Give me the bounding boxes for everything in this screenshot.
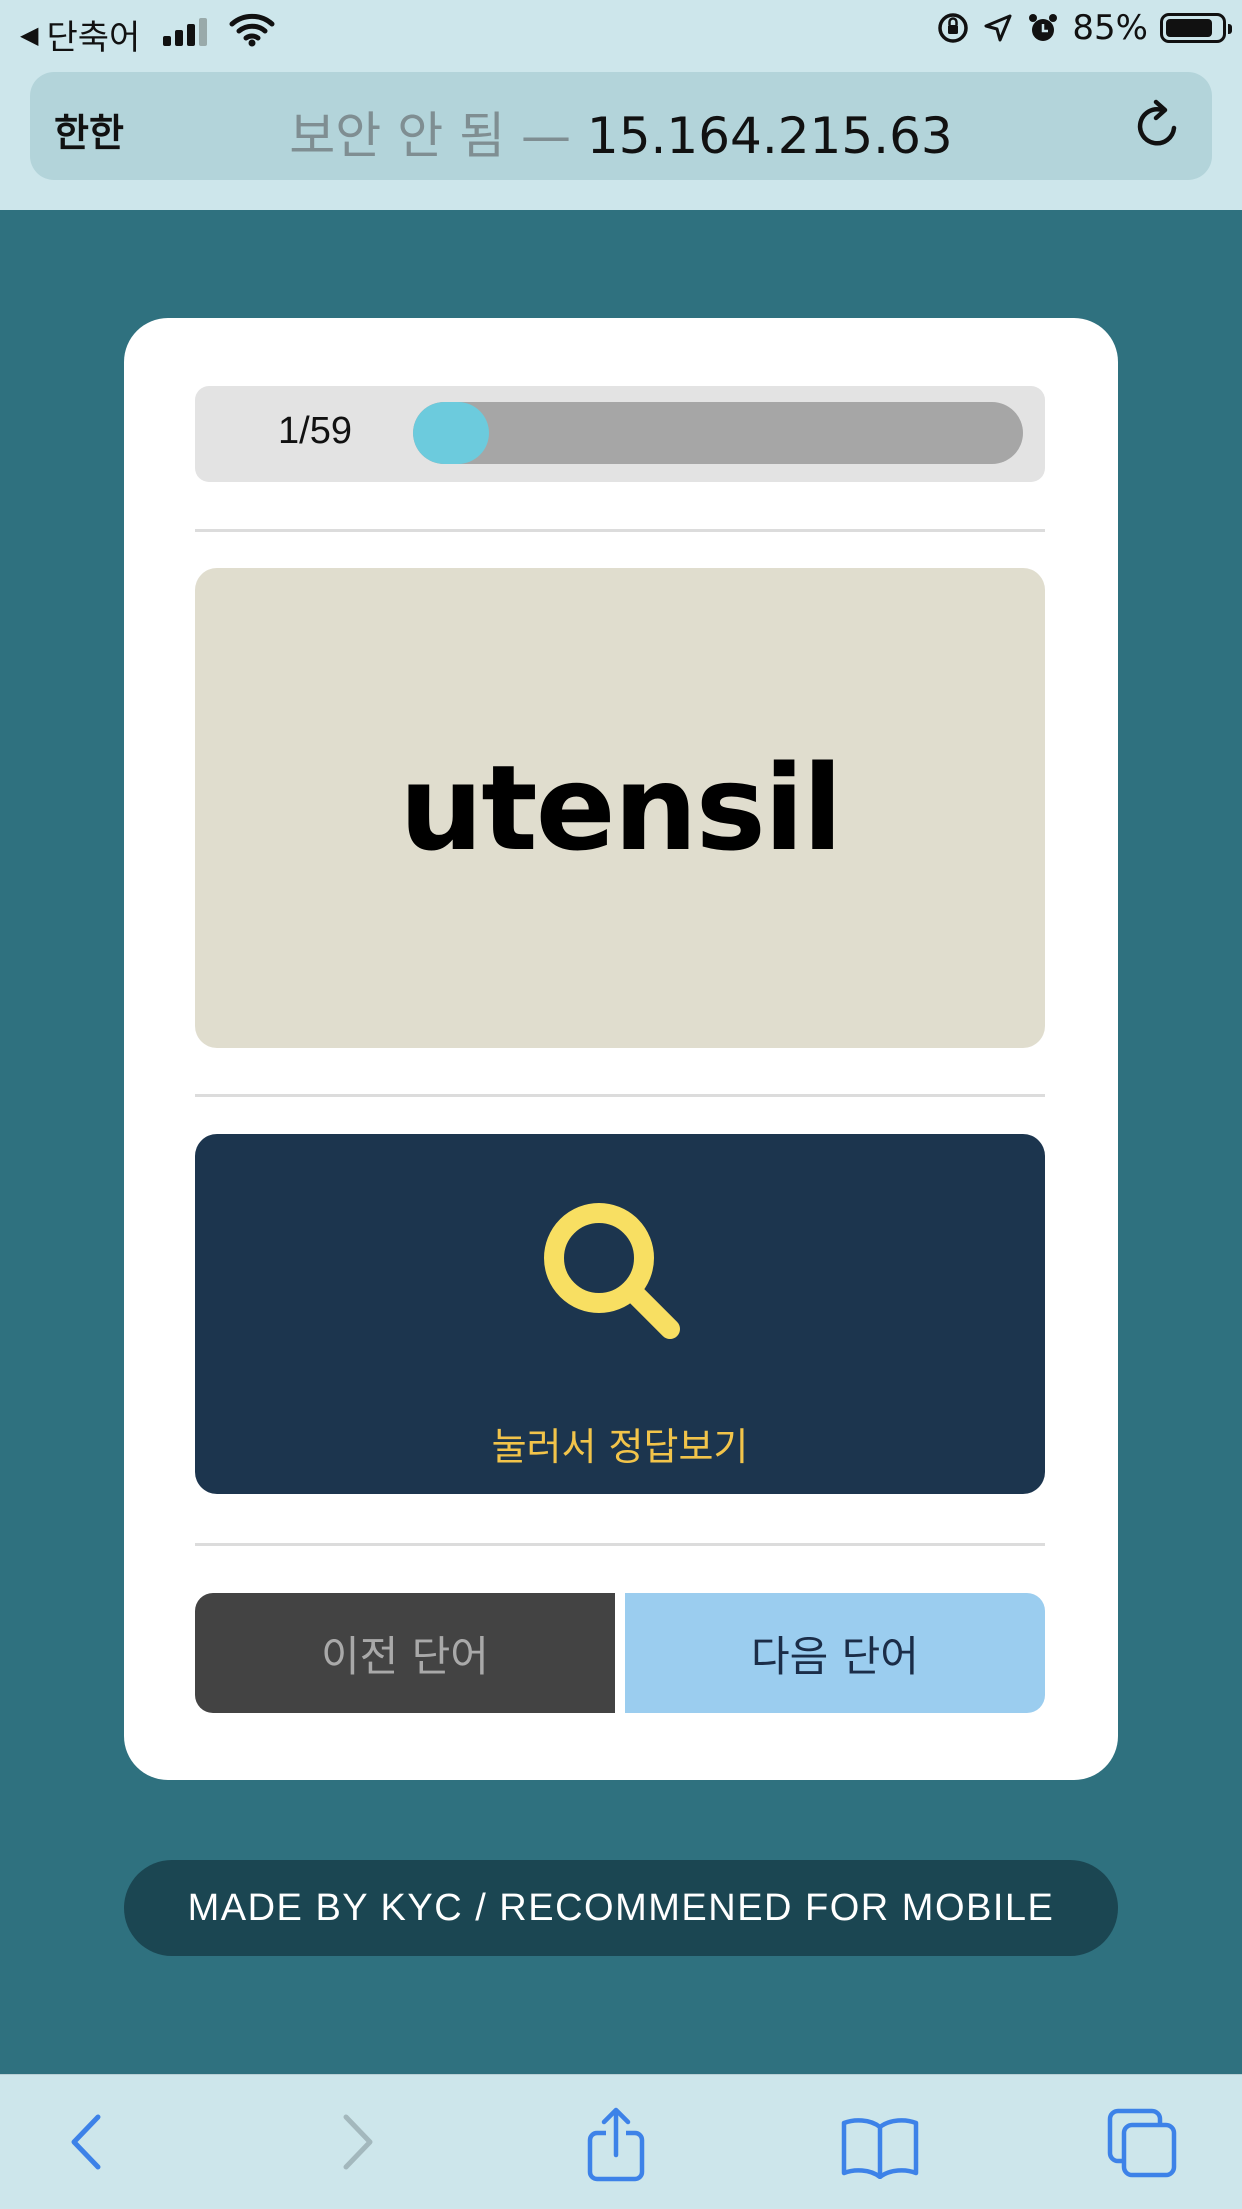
browser-top-chrome: ◀ 단축어 85% 한한 보안 안 됨 — 15.164.215.63	[0, 0, 1242, 210]
divider	[195, 529, 1045, 532]
footer-credit: MADE BY KYC / RECOMMENED FOR MOBILE	[124, 1860, 1118, 1956]
reload-icon[interactable]	[1130, 98, 1186, 154]
progress-label: 1/59	[278, 410, 352, 452]
bookmarks-icon[interactable]	[840, 2115, 920, 2179]
reveal-answer-button[interactable]: 눌러서 정답보기	[195, 1134, 1045, 1494]
progress-box: 1/59	[195, 386, 1045, 482]
progress-fill	[413, 402, 489, 464]
url-display[interactable]: 보안 안 됨 — 15.164.215.63	[30, 96, 1212, 168]
back-app-label: 단축어	[46, 18, 141, 58]
quiz-card: 1/59 utensil 눌러서 정답보기 이전 단어 다음 단어	[124, 318, 1118, 1780]
word-panel: utensil	[195, 568, 1045, 1048]
address-bar[interactable]: 한한 보안 안 됨 — 15.164.215.63	[30, 72, 1212, 180]
prev-word-button[interactable]: 이전 단어	[195, 1593, 615, 1713]
divider	[195, 1094, 1045, 1097]
back-icon[interactable]	[62, 2107, 112, 2177]
battery-fill	[1166, 19, 1212, 37]
location-icon	[984, 14, 1012, 42]
browser-toolbar	[0, 2074, 1242, 2209]
tabs-icon[interactable]	[1106, 2107, 1178, 2179]
battery-percent: 85%	[1072, 8, 1148, 48]
divider	[195, 1543, 1045, 1546]
reveal-answer-label: 눌러서 정답보기	[491, 1425, 749, 1469]
magnifier-icon	[544, 1203, 680, 1339]
wifi-icon	[229, 13, 275, 47]
cellular-signal-icon	[163, 16, 207, 46]
battery-icon	[1160, 13, 1232, 43]
url-host: 15.164.215.63	[586, 107, 953, 165]
share-icon[interactable]	[584, 2107, 648, 2183]
insecure-label: 보안 안 됨 —	[289, 107, 571, 165]
alarm-icon	[1029, 14, 1058, 41]
status-right-group: 85%	[936, 8, 1232, 48]
forward-icon[interactable]	[332, 2107, 382, 2177]
progress-track	[413, 402, 1023, 464]
back-to-app-button[interactable]: ◀ 단축어	[20, 10, 140, 59]
back-triangle-icon: ◀	[20, 20, 39, 49]
status-bar: ◀ 단축어 85%	[0, 0, 1242, 62]
next-word-button[interactable]: 다음 단어	[625, 1593, 1045, 1713]
orientation-lock-icon	[938, 13, 969, 43]
vocab-word: utensil	[399, 739, 843, 877]
